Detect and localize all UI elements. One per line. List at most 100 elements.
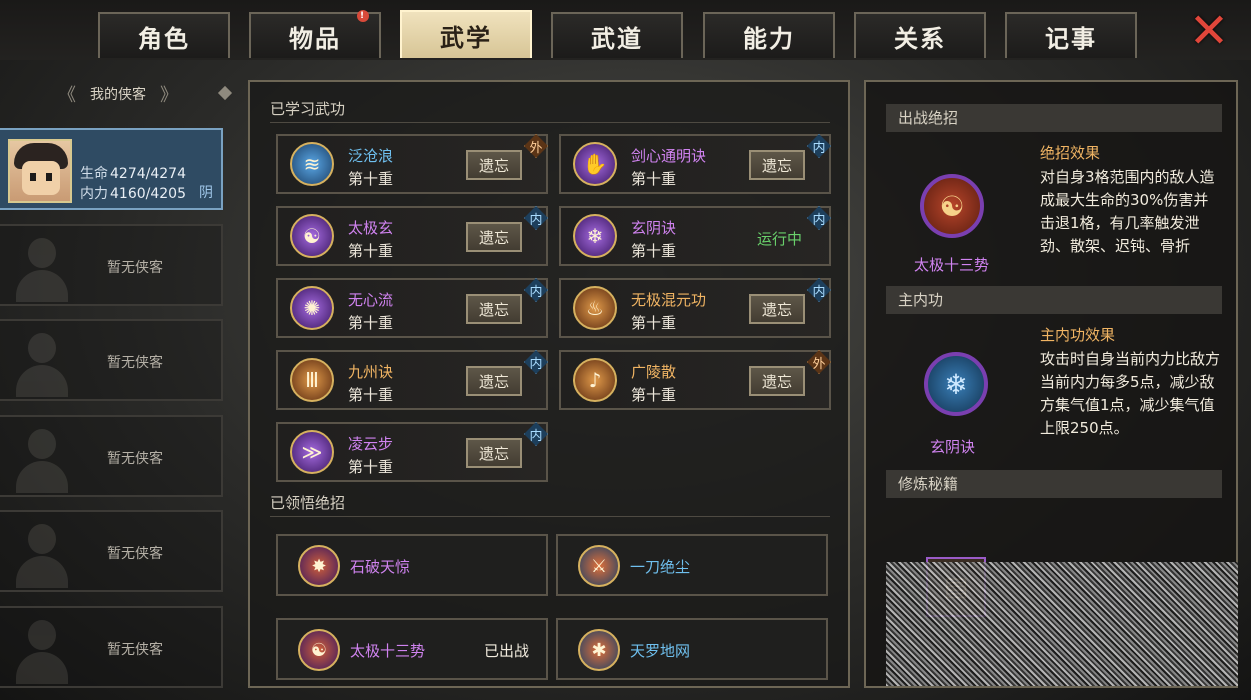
skill-level: 第十重 (631, 386, 677, 404)
tab-relations[interactable]: 关系 (854, 12, 986, 58)
empty-hero-slot[interactable]: 暂无侠客 (0, 510, 223, 592)
taiji-icon: ☯ (298, 629, 340, 671)
noise-overlay (886, 562, 1238, 686)
columns-icon: Ⅲ (290, 358, 334, 402)
skill-type-badge: 内 (524, 206, 548, 230)
forget-button[interactable]: 遗忘 (466, 366, 522, 396)
skill-card[interactable]: ≋ 泛沧浪第十重 遗忘外 (276, 134, 548, 194)
detail-panel: 出战绝招 ☯ 太极十三势 绝招效果 对自身3格范围内的敌人造成最大生命的30%伤… (864, 80, 1238, 688)
skill-type-badge: 内 (807, 206, 831, 230)
forget-button[interactable]: 遗忘 (749, 150, 805, 180)
skill-level: 第十重 (631, 242, 677, 260)
skill-type-badge: 外 (807, 350, 831, 374)
silhouette-icon (10, 520, 74, 588)
skills-panel: 已学习武功 ≋ 泛沧浪 第十重 遗忘外 ✋ 剑心通明诀 第十重 遗忘内 ☯ 太极玄 第十重 遗忘内 ❄ 玄… (248, 80, 850, 688)
skill-card[interactable]: ♨ 无极混元功 第十重 遗忘内 (559, 278, 831, 338)
tab-martial-path[interactable]: 武道 (551, 12, 683, 58)
deployed-status: 已出战 (484, 642, 530, 660)
skill-name: 太极玄 (348, 219, 394, 237)
skill-card[interactable]: Ⅲ 九州诀 第十重 遗忘内 (276, 350, 548, 410)
ult-name: 一刀绝尘 (630, 558, 691, 576)
ult-card[interactable]: ☯ 太极十三势 已出战 (276, 618, 548, 680)
chevron-left-icon[interactable]: 《 (58, 81, 76, 107)
burst-icon: ✸ (298, 545, 340, 587)
ult-card[interactable]: ✱ 天罗地网 (556, 618, 828, 680)
learned-skills-title: 已学习武功 (270, 100, 346, 118)
forget-button[interactable]: 遗忘 (466, 438, 522, 468)
avatar (8, 139, 72, 203)
forget-button[interactable]: 遗忘 (749, 294, 805, 324)
main-internal-name: 玄阴诀 (930, 438, 976, 456)
forget-button[interactable]: 遗忘 (466, 294, 522, 324)
taiji-icon: ☯ (290, 214, 334, 258)
close-icon[interactable]: ✕ (1184, 7, 1234, 55)
ult-card[interactable]: ✸ 石破天惊 (276, 534, 548, 596)
flame-hand-icon: ✋ (573, 142, 617, 186)
skill-card[interactable]: ✋ 剑心通明诀 第十重 遗忘内 (559, 134, 831, 194)
my-heroes-header[interactable]: 《 我的侠客 》 (0, 80, 236, 108)
ult-name: 石破天惊 (350, 558, 411, 576)
skill-level: 第十重 (348, 170, 394, 188)
empty-hero-slot[interactable]: 暂无侠客 (0, 606, 223, 688)
tab-martial-arts[interactable]: 武学 (400, 10, 532, 58)
skill-card[interactable]: ♪ 广陵散 第十重 遗忘外 (559, 350, 831, 410)
skill-name: 泛沧浪 (348, 147, 394, 165)
skill-name: 剑心通明诀 (631, 147, 707, 165)
tab-abilities[interactable]: 能力 (703, 12, 835, 58)
battle-effect-title: 绝招效果 (1040, 144, 1101, 162)
skill-name: 玄阴诀 (631, 219, 677, 237)
silhouette-icon (10, 234, 74, 302)
blade-icon: ⚔ (578, 545, 620, 587)
crack-orb-icon[interactable]: ❄ (924, 352, 988, 416)
divider (270, 516, 830, 517)
skill-type-badge: 内 (807, 134, 831, 158)
empty-hero-slot[interactable]: 暂无侠客 (0, 319, 223, 401)
pillar-icon: ♨ (573, 286, 617, 330)
skill-level: 第十重 (631, 314, 677, 332)
mp-stat: 内力 4160/4205 (80, 186, 186, 202)
main-effect-text: 攻击时自身当前内力比敌方当前内力每多5点，减少敌方集气值1点，减少集气值上限25… (1040, 350, 1220, 437)
skill-card[interactable]: ≫ 凌云步 第十重 遗忘内 (276, 422, 548, 482)
forget-button[interactable]: 遗忘 (749, 366, 805, 396)
tab-items[interactable]: 物品! (249, 10, 381, 58)
ult-name: 天罗地网 (630, 642, 691, 660)
divider (270, 122, 830, 123)
forget-button[interactable]: 遗忘 (466, 150, 522, 180)
skill-level: 第十重 (348, 242, 394, 260)
silhouette-icon (10, 329, 74, 397)
alignment-badge: 阴 (199, 185, 213, 201)
tab-label: 能力 (743, 24, 795, 53)
forget-button[interactable]: 遗忘 (466, 222, 522, 252)
tab-label: 武学 (440, 23, 492, 52)
tab-label: 物品 (289, 24, 341, 53)
tab-journal[interactable]: 记事 (1005, 12, 1137, 58)
skill-card[interactable]: ❄ 玄阴诀 第十重 运行中内 (559, 206, 831, 266)
taiji-icon[interactable]: ☯ (920, 174, 984, 238)
ult-card[interactable]: ⚔ 一刀绝尘 (556, 534, 828, 596)
skill-type-badge: 外 (524, 134, 548, 158)
silhouette-icon (10, 425, 74, 493)
battle-ult-name: 太极十三势 (914, 256, 990, 274)
net-icon: ✱ (578, 629, 620, 671)
empty-hero-slot[interactable]: 暂无侠客 (0, 224, 223, 306)
chevron-right-icon[interactable]: 》 (160, 81, 178, 107)
wave-icon: ≋ (290, 142, 334, 186)
skill-card[interactable]: ✺ 无心流 第十重 遗忘内 (276, 278, 548, 338)
tab-character[interactable]: 角色 (98, 12, 230, 58)
practice-book-title: 修炼秘籍 (886, 470, 1222, 498)
blue-flame-icon: ✺ (290, 286, 334, 330)
character-card[interactable]: 生命 4274/4274 内力 4160/4205 阴 (0, 128, 223, 210)
crack-orb-icon: ❄ (573, 214, 617, 258)
skill-level: 第十重 (348, 386, 394, 404)
my-heroes-label: 我的侠客 (90, 87, 146, 103)
hp-stat: 生命 4274/4274 (80, 166, 186, 182)
tab-label: 记事 (1045, 24, 1097, 53)
diamond-icon (217, 85, 233, 101)
zither-icon: ♪ (573, 358, 617, 402)
empty-hero-slot[interactable]: 暂无侠客 (0, 415, 223, 497)
tab-label: 武道 (591, 24, 643, 53)
skill-type-badge: 内 (524, 422, 548, 446)
skill-card[interactable]: ☯ 太极玄第十重 遗忘内 (276, 206, 548, 266)
wing-icon: ≫ (290, 430, 334, 474)
ult-name: 太极十三势 (350, 642, 426, 660)
